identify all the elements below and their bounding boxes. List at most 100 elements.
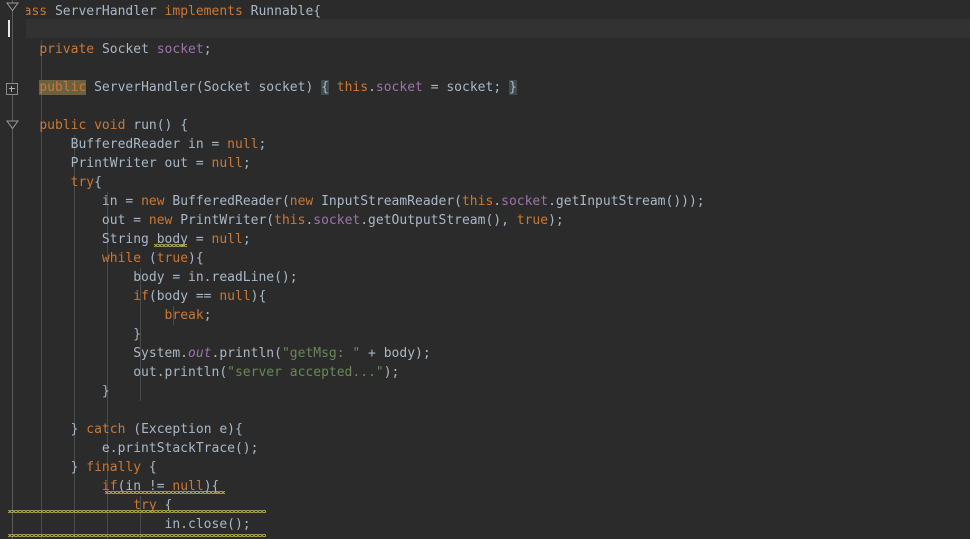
code-line[interactable]: System.out.println("getMsg: " + body); — [8, 344, 431, 363]
code-token: "server accepted..." — [227, 365, 384, 380]
code-token: null — [227, 137, 259, 152]
code-line[interactable]: out.println("server accepted..."); — [8, 363, 399, 382]
code-token: ( — [195, 80, 204, 95]
code-token: socket) — [250, 80, 322, 95]
code-token: true — [516, 213, 549, 228]
code-token: run() { — [125, 118, 189, 133]
code-token: e.printStackTrace(); — [8, 441, 259, 456]
code-line[interactable]: while (true){ — [8, 249, 204, 268]
code-token: .println( — [211, 346, 282, 361]
code-token: ; — [203, 42, 212, 57]
code-token: ){ — [250, 289, 267, 304]
fold-collapse-icon[interactable] — [6, 2, 19, 12]
code-token: PrintWriter( — [172, 213, 275, 228]
code-token: null — [219, 289, 251, 304]
code-token: private — [39, 42, 95, 57]
code-line[interactable]: out = new PrintWriter(this.socket.getOut… — [8, 211, 564, 230]
code-token: in.close(); — [8, 517, 251, 532]
fold-gutter[interactable] — [0, 0, 26, 539]
code-token: . — [368, 80, 376, 95]
code-line[interactable]: String body = null; — [8, 230, 251, 249]
code-token: ){ — [188, 251, 204, 266]
code-token: socket — [313, 213, 361, 228]
code-token: InputStreamReader( — [313, 194, 462, 209]
code-line[interactable]: PrintWriter out = null; — [8, 154, 251, 173]
code-token: new — [141, 194, 165, 209]
code-token: break — [164, 308, 204, 323]
code-token: new — [289, 194, 314, 209]
code-token: Runnable{ — [250, 4, 322, 19]
code-token: ); — [548, 213, 564, 228]
code-token: if — [133, 289, 149, 304]
code-token: null — [211, 232, 243, 247]
fold-collapse-icon[interactable] — [6, 120, 19, 130]
code-line[interactable]: } finally { — [8, 458, 157, 477]
code-token: socket — [375, 80, 423, 95]
code-line[interactable]: in = new BufferedReader(new InputStreamR… — [8, 192, 705, 211]
code-token: finally — [86, 460, 142, 475]
code-token: new — [148, 213, 173, 228]
code-token: void — [94, 118, 126, 133]
squiggle-null-assignment — [154, 244, 187, 247]
code-token: this — [461, 194, 494, 209]
code-line[interactable]: class ServerHandler implements Runnable{ — [8, 2, 321, 21]
code-token: { — [141, 460, 157, 475]
fold-rail-line — [12, 0, 13, 539]
code-token: null — [211, 156, 243, 171]
code-token: socket — [156, 42, 204, 57]
code-line[interactable]: body = in.readLine(); — [8, 268, 298, 287]
code-text-area[interactable]: class ServerHandler implements Runnable{… — [0, 0, 970, 539]
code-line[interactable]: public void run() { — [8, 116, 188, 135]
code-token: ( — [141, 251, 157, 266]
code-token: ; — [242, 156, 251, 171]
code-line[interactable]: e.printStackTrace(); — [8, 439, 259, 458]
code-token: = socket; — [422, 80, 509, 95]
fold-expand-icon[interactable] — [6, 83, 18, 95]
code-token: .getOutputStream(), — [360, 213, 517, 228]
code-token: } — [8, 327, 142, 342]
code-token: in = — [8, 194, 142, 209]
code-line[interactable]: public ServerHandler(Socket socket) { th… — [8, 78, 517, 97]
code-token: out.println( — [8, 365, 228, 380]
code-editor[interactable]: class ServerHandler implements Runnable{… — [0, 0, 970, 539]
code-token: catch — [86, 422, 126, 437]
code-token: socket — [501, 194, 549, 209]
code-token: ServerHandler — [94, 80, 196, 95]
code-token: while — [101, 251, 142, 266]
caret-line-highlight — [26, 19, 970, 38]
squiggle-try-block — [8, 510, 266, 513]
code-token: ); — [383, 365, 400, 380]
code-line[interactable]: } — [8, 325, 141, 344]
code-token: true — [156, 251, 189, 266]
code-token: this — [336, 80, 369, 95]
code-line[interactable]: break; — [8, 306, 212, 325]
code-token: ServerHandler — [54, 4, 157, 19]
code-token: + body); — [360, 346, 431, 361]
code-line[interactable]: private Socket socket; — [8, 40, 212, 59]
code-token: BufferedReader( — [164, 194, 290, 209]
code-token: ; — [242, 232, 251, 247]
code-line[interactable]: in.close(); — [8, 515, 251, 534]
code-token: { — [94, 175, 102, 190]
code-token: System. — [8, 346, 189, 361]
code-line[interactable]: BufferedReader in = null; — [8, 135, 267, 154]
code-token: implements — [164, 4, 243, 19]
code-token: try — [70, 175, 95, 190]
squiggle-bottom-edge — [8, 534, 266, 537]
code-token: out = — [8, 213, 149, 228]
code-token: (body == — [148, 289, 220, 304]
code-line[interactable]: } catch (Exception e){ — [8, 420, 243, 439]
code-token: public — [39, 80, 87, 95]
code-line[interactable]: if(body == null){ — [8, 287, 266, 306]
code-token: Socket — [203, 80, 251, 95]
code-token: body = in.readLine(); — [8, 270, 298, 285]
code-token: PrintWriter out = — [8, 156, 212, 171]
